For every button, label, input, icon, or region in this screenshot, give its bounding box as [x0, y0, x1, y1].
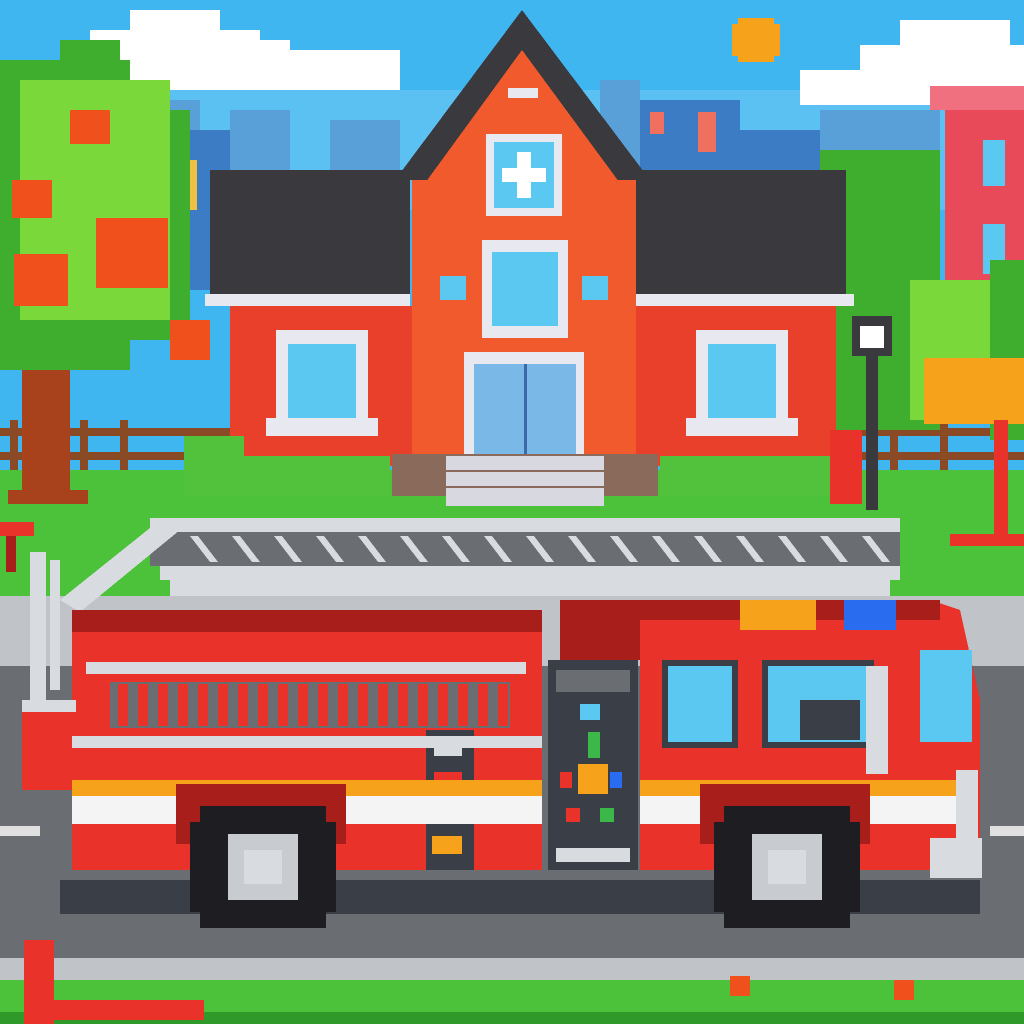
hydrant — [830, 430, 862, 504]
hose-rack — [86, 662, 526, 728]
front-bumper — [930, 838, 982, 878]
right-roof — [636, 170, 846, 300]
hose-rack-bar — [378, 684, 388, 726]
hose-rack-bar — [438, 684, 448, 726]
side-mirror — [866, 666, 888, 774]
rear-top-trim — [72, 610, 542, 632]
windshield — [920, 650, 972, 742]
gable-vent — [508, 88, 538, 98]
light-bar-orange — [740, 600, 816, 630]
white-cross-icon — [486, 134, 562, 216]
hose-rack-bar — [138, 684, 148, 726]
left-window — [266, 330, 378, 436]
hose-rack-bar — [358, 684, 368, 726]
left-roof — [210, 170, 410, 300]
center-arch-window — [482, 240, 568, 338]
hose-rack-bar — [158, 684, 168, 726]
rear-bumper-box — [22, 700, 76, 790]
hose-rack-bar — [218, 684, 228, 726]
wall-lamp-left — [440, 276, 466, 300]
front-wheel — [700, 784, 870, 928]
fire-truck — [22, 518, 982, 928]
pixel-art-scene — [0, 0, 1024, 1024]
curb-bottom — [0, 958, 1024, 980]
hose-rack-bar — [118, 684, 128, 726]
hose-rack-bar — [478, 684, 488, 726]
hose-rack-bar — [178, 684, 188, 726]
roof-trim-left — [205, 294, 410, 306]
sun-icon — [732, 18, 780, 62]
hose-rack-bar — [498, 684, 508, 726]
right-window — [686, 330, 798, 436]
hose-rack-bar — [278, 684, 288, 726]
light-bar-blue — [844, 600, 896, 630]
lane-line-right — [990, 826, 1024, 836]
hose-rack-bar — [458, 684, 468, 726]
roof-trim-right — [636, 294, 854, 306]
entrance-door — [464, 352, 584, 456]
hose-rack-bar — [418, 684, 428, 726]
wall-lamp-right — [582, 276, 608, 300]
pump-control-panel — [548, 660, 638, 870]
hose-rack-bar — [338, 684, 348, 726]
rear-wheel — [176, 784, 346, 928]
lane-line-left — [0, 826, 40, 836]
hose-rack-bar — [298, 684, 308, 726]
hose-rack-bar — [398, 684, 408, 726]
hose-rack-bar — [258, 684, 268, 726]
hose-rack-bar — [198, 684, 208, 726]
hose-rack-bar — [238, 684, 248, 726]
hose-rack-bar — [318, 684, 328, 726]
